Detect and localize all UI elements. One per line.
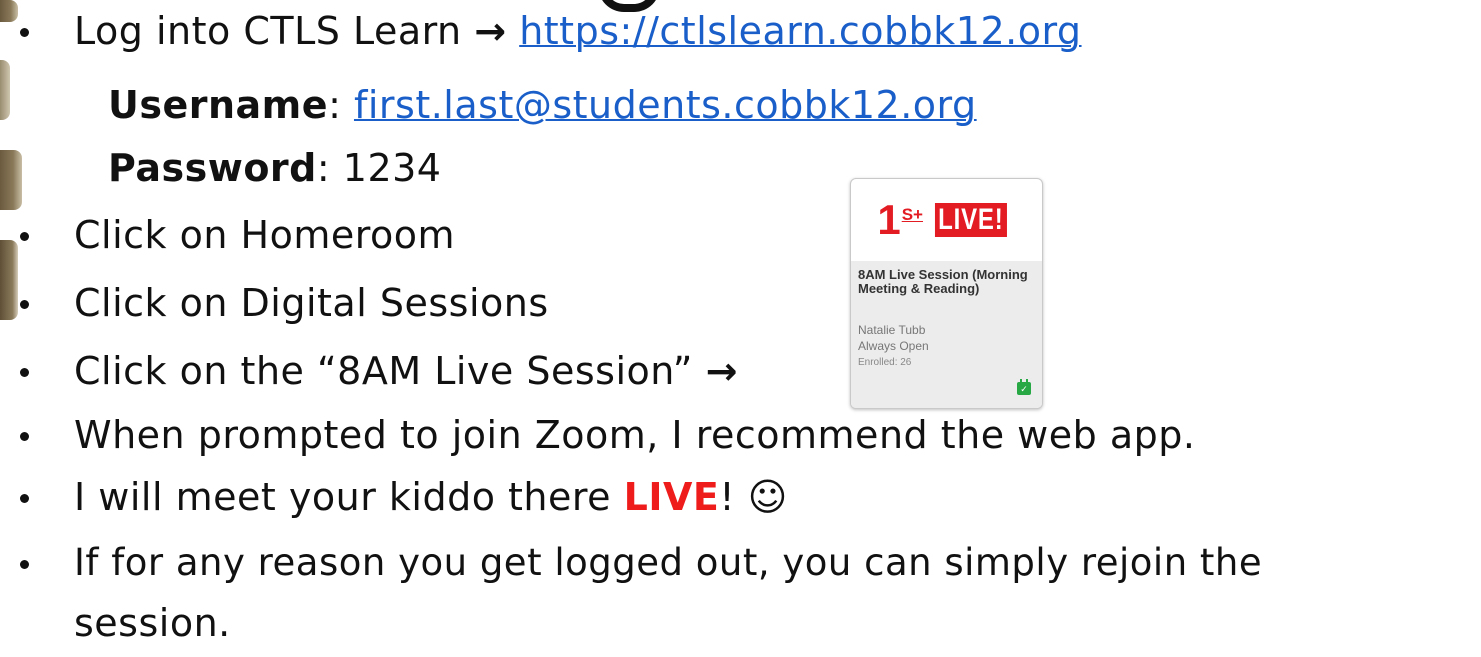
digital-sessions-text: Click on Digital Sessions (74, 281, 549, 325)
enrolled-count: Enrolled: 26 (858, 357, 912, 368)
logo-live-badge: LIVE! (934, 203, 1007, 237)
smiley-icon: ! ☺ (719, 475, 788, 519)
password-label: Password (108, 146, 317, 190)
bark-fragment (0, 150, 22, 210)
homeroom-text: Click on Homeroom (74, 213, 456, 257)
bark-fragment (0, 60, 10, 120)
bark-fragment (0, 240, 18, 320)
username-link[interactable]: first.last@students.cobbk12.org (354, 83, 977, 127)
bullet (20, 232, 29, 241)
live-highlight: LIVE (623, 475, 720, 519)
teacher-name: Natalie Tubb (858, 323, 926, 337)
bark-fragment (0, 0, 18, 22)
rejoin-text: If for any reason you get logged out, yo… (74, 541, 1263, 584)
bullet (20, 432, 29, 441)
live-session-text: Click on the “8AM Live Session” (74, 349, 693, 393)
arrow-right-icon: → (474, 9, 507, 53)
arrow-right-icon: → (705, 349, 738, 393)
logo-number: 1 (877, 196, 901, 243)
ctls-learn-link[interactable]: https://ctlslearn.cobbk12.org (519, 9, 1081, 53)
bullet (20, 300, 29, 309)
session-card-body: 8AM Live Session (Morning Meeting & Read… (851, 261, 1042, 408)
left-edge-photo (0, 0, 34, 657)
rejoin-text-continued: session. (74, 601, 231, 645)
bullet (20, 560, 29, 569)
username-label: Username (108, 83, 329, 127)
bullet (20, 494, 29, 503)
bullet (20, 28, 29, 37)
session-title: 8AM Live Session (Morning Meeting & Read… (858, 267, 1028, 296)
bullet (20, 368, 29, 377)
login-text: Log into CTLS Learn (74, 9, 462, 53)
logo-superscript: S+ (901, 205, 923, 224)
zoom-text: When prompted to join Zoom, I recommend … (74, 413, 1196, 457)
availability: Always Open (858, 339, 929, 353)
password-value: 1234 (342, 146, 442, 190)
calendar-check-icon: ✓ (1017, 379, 1031, 395)
session-logo: 1 S+ LIVE! (851, 179, 1042, 261)
meet-text: I will meet your kiddo there (74, 475, 624, 519)
session-card[interactable]: 1 S+ LIVE! 8AM Live Session (Morning Mee… (850, 178, 1043, 409)
